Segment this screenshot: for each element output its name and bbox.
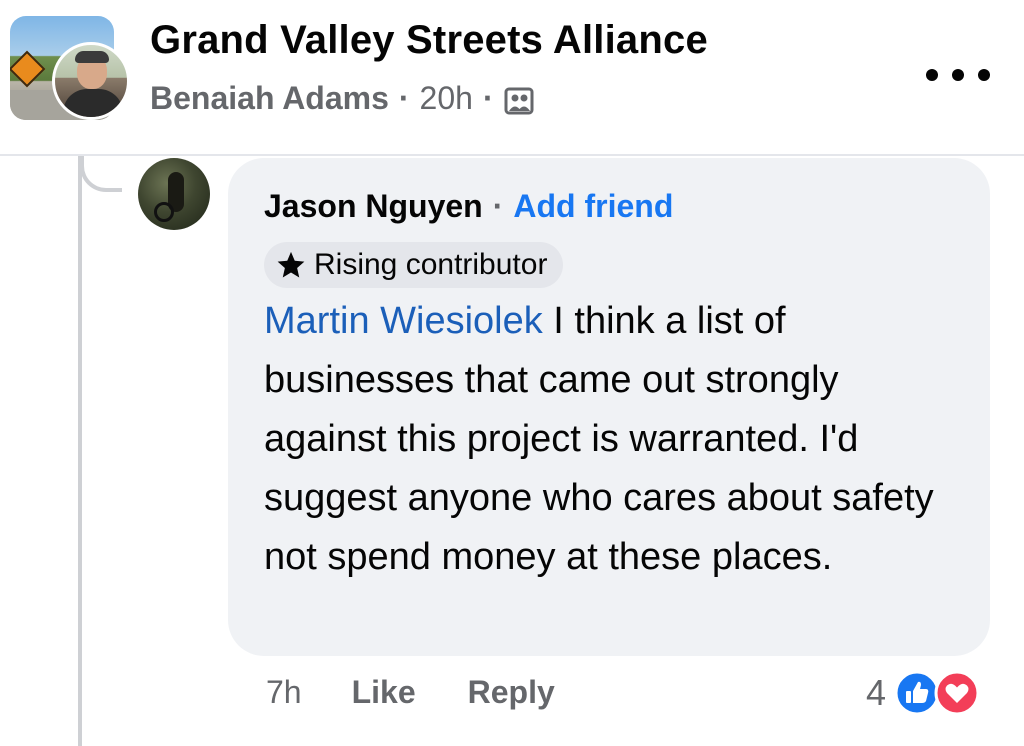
commenter-row: Jason Nguyen · Add friend xyxy=(264,188,673,225)
post-header: Grand Valley Streets Alliance Benaiah Ad… xyxy=(0,0,1024,156)
more-dots-icon xyxy=(952,69,964,81)
comment-text: Martin Wiesiolek I think a list of busin… xyxy=(264,292,964,587)
add-friend-link[interactable]: Add friend xyxy=(513,188,673,225)
thread-connector xyxy=(80,156,122,192)
like-button[interactable]: Like xyxy=(352,674,416,711)
rising-contributor-badge[interactable]: Rising contributor xyxy=(264,242,564,288)
comment-actions: 7h Like Reply xyxy=(266,674,555,711)
more-options-button[interactable] xyxy=(926,58,990,92)
comment-time[interactable]: 7h xyxy=(266,674,302,711)
group-name[interactable]: Grand Valley Streets Alliance xyxy=(150,18,708,63)
badge-label: Rising contributor xyxy=(314,248,548,281)
header-divider xyxy=(0,154,1024,156)
post-time[interactable]: 20h xyxy=(420,80,473,117)
reply-button[interactable]: Reply xyxy=(468,674,555,711)
meta-separator: · xyxy=(482,80,494,116)
reaction-icons xyxy=(894,670,990,716)
avatar-shirt xyxy=(63,89,123,117)
mention-link[interactable]: Martin Wiesiolek xyxy=(264,300,543,342)
post-meta: Benaiah Adams · 20h · xyxy=(150,80,534,117)
reaction-count: 4 xyxy=(866,672,887,713)
meta-separator: · xyxy=(398,80,410,116)
avatar-bike xyxy=(154,202,174,222)
comment-bubble: Jason Nguyen · Add friend Rising contrib… xyxy=(228,158,990,656)
more-dots-icon xyxy=(978,69,990,81)
reactions-summary[interactable]: 4 xyxy=(866,670,990,716)
post-author[interactable]: Benaiah Adams xyxy=(150,80,389,117)
author-avatar[interactable] xyxy=(52,42,130,120)
commenter-name[interactable]: Jason Nguyen xyxy=(264,188,483,225)
thread-line xyxy=(78,156,82,746)
name-separator: · xyxy=(492,188,504,224)
road-sign-image xyxy=(10,50,46,88)
love-reaction-icon xyxy=(934,670,980,716)
group-members-icon xyxy=(504,86,534,116)
commenter-avatar[interactable] xyxy=(138,158,210,230)
star-icon xyxy=(277,251,305,278)
more-dots-icon xyxy=(926,69,938,81)
avatar-hat xyxy=(75,51,109,63)
